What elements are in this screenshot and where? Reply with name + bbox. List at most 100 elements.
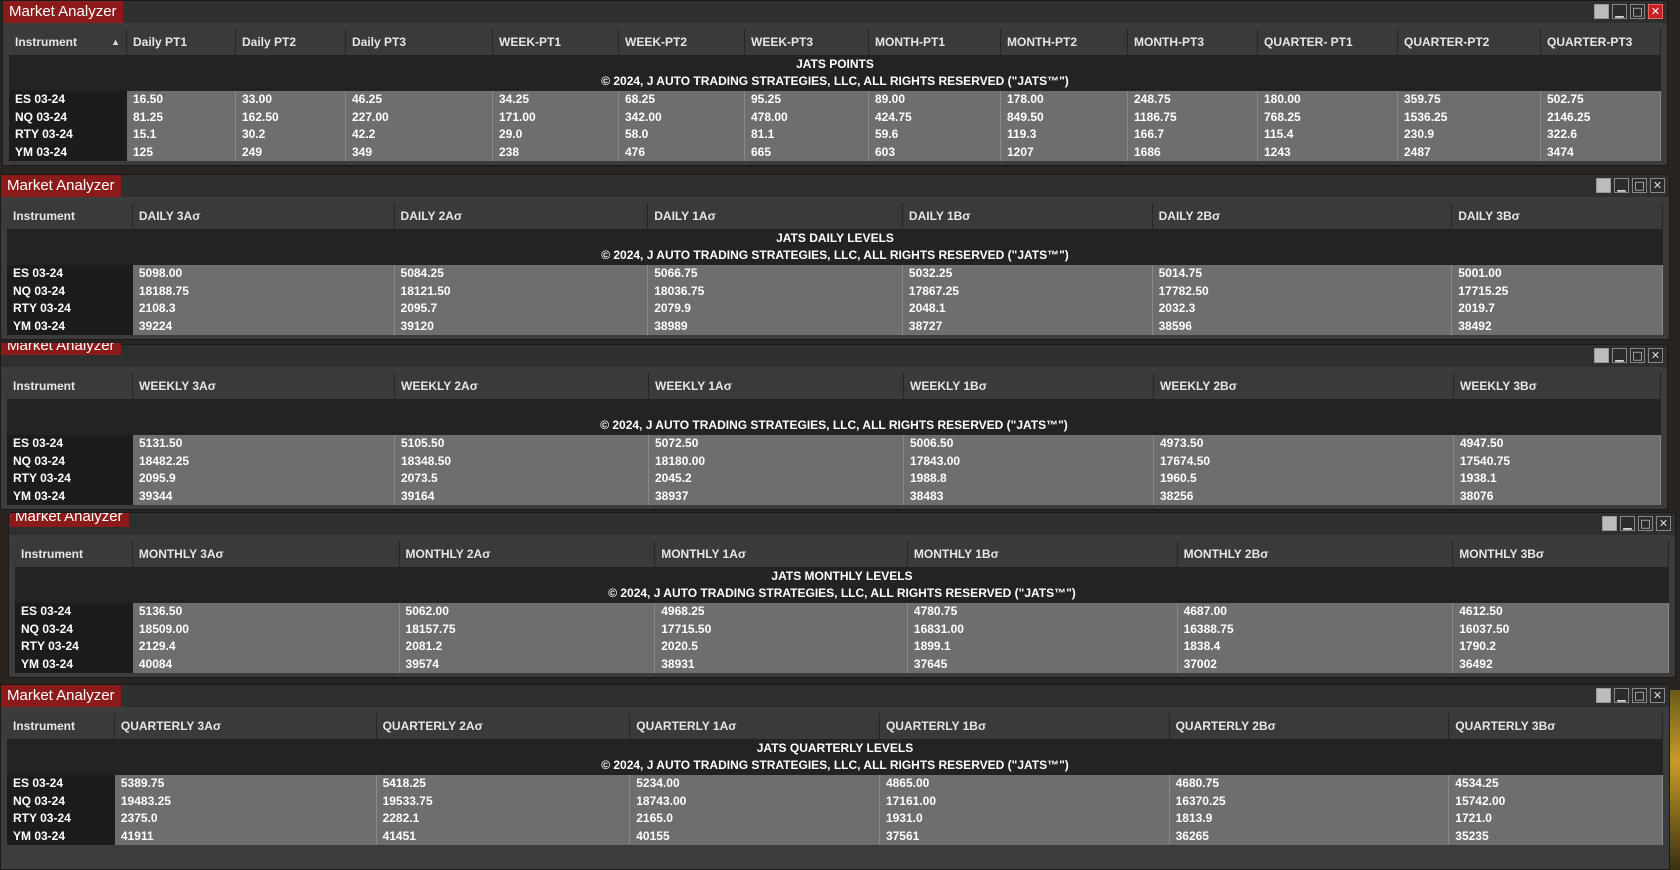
- column-header[interactable]: QUARTERLY 1Bσ: [880, 713, 1170, 739]
- column-header-instrument[interactable]: Instrument: [7, 373, 133, 399]
- restore-icon[interactable]: ❐: [1594, 348, 1609, 363]
- column-header[interactable]: WEEKLY 3Bσ: [1454, 373, 1661, 399]
- column-header[interactable]: MONTHLY 3Aσ: [133, 541, 400, 567]
- column-header[interactable]: MONTH-PT2: [1001, 29, 1128, 55]
- column-header[interactable]: QUARTERLY 2Bσ: [1170, 713, 1450, 739]
- maximize-icon[interactable]: □: [1638, 516, 1653, 531]
- column-header[interactable]: QUARTER-PT3: [1541, 29, 1661, 55]
- column-header[interactable]: Daily PT2: [236, 29, 346, 55]
- table-row[interactable]: NQ 03-24 18482.25 18348.50 18180.00 17843.00…: [7, 452, 1661, 470]
- maximize-icon[interactable]: □: [1630, 4, 1645, 19]
- column-header[interactable]: DAILY 2Bσ: [1153, 203, 1453, 229]
- restore-icon[interactable]: ❐: [1602, 516, 1617, 531]
- column-header[interactable]: QUARTERLY 3Aσ: [115, 713, 377, 739]
- data-grid: Instrument MONTHLY 3Aσ MONTHLY 2Aσ MONTHLY …: [15, 541, 1669, 673]
- instrument-cell: RTY 03-24: [9, 126, 127, 144]
- close-icon[interactable]: ✕: [1648, 348, 1663, 363]
- column-header-label: Daily PT2: [242, 35, 297, 49]
- close-icon[interactable]: ✕: [1650, 178, 1665, 193]
- column-header[interactable]: MONTHLY 2Bσ: [1178, 541, 1454, 567]
- title-bar[interactable]: Market Analyzer ❐ ▁ □ ✕: [9, 513, 1675, 535]
- maximize-icon[interactable]: □: [1630, 348, 1645, 363]
- column-header[interactable]: MONTHLY 2Aσ: [400, 541, 656, 567]
- table-row[interactable]: ES 03-24 5131.50 5105.50 5072.50 5006.50 4973…: [7, 435, 1661, 453]
- column-header[interactable]: WEEKLY 1Bσ: [904, 373, 1154, 399]
- close-icon[interactable]: ✕: [1648, 4, 1663, 19]
- column-header[interactable]: QUARTERLY 3Bσ: [1449, 713, 1663, 739]
- table-row[interactable]: RTY 03-24 2108.3 2095.7 2079.9 2048.1 2032.3 2…: [7, 300, 1663, 318]
- column-header[interactable]: WEEK-PT2: [619, 29, 745, 55]
- table-row[interactable]: ES 03-24 5136.50 5062.00 4968.25 4780.75 4687…: [15, 603, 1669, 621]
- title-bar[interactable]: Market Analyzer ❐ ▁ □ ✕: [3, 1, 1667, 23]
- column-header[interactable]: DAILY 3Aσ: [133, 203, 395, 229]
- column-header-label: QUARTERLY 3Bσ: [1455, 719, 1556, 733]
- table-row[interactable]: YM 03-24 39224 39120 38989 38727 38596 38492: [7, 317, 1663, 335]
- column-header[interactable]: MONTHLY 3Bσ: [1453, 541, 1669, 567]
- value-cell: 38256: [1154, 487, 1454, 505]
- table-row[interactable]: YM 03-24 41911 41451 40155 37561 36265 35235: [7, 827, 1664, 845]
- table-row[interactable]: YM 03-24 125 249 349 238 476 665 603 1207 1686 124…: [9, 143, 1661, 161]
- table-row[interactable]: ES 03-24 5389.75 5418.25 5234.00 4865.00 4680…: [7, 775, 1664, 793]
- column-header[interactable]: MONTHLY 1Bσ: [908, 541, 1178, 567]
- column-header[interactable]: QUARTERLY 2Aσ: [377, 713, 631, 739]
- table-row[interactable]: NQ 03-24 18188.75 18121.50 18036.75 17867.25…: [7, 282, 1663, 300]
- minimize-icon[interactable]: ▁: [1612, 348, 1627, 363]
- table-row[interactable]: RTY 03-24 15.1 30.2 42.2 29.0 58.0 81.1 59.6 119…: [9, 126, 1661, 144]
- minimize-icon[interactable]: ▁: [1612, 4, 1627, 19]
- restore-icon[interactable]: ❐: [1596, 178, 1611, 193]
- table-row[interactable]: YM 03-24 39344 39164 38937 38483 38256 38076: [7, 487, 1661, 505]
- column-header[interactable]: DAILY 3Bσ: [1452, 203, 1664, 229]
- table-row[interactable]: NQ 03-24 19483.25 19533.75 18743.00 17161.00…: [7, 792, 1664, 810]
- title-bar[interactable]: Market Analyzer ❐ ▁ □ ✕: [1, 685, 1669, 707]
- maximize-icon[interactable]: □: [1632, 688, 1647, 703]
- restore-icon[interactable]: ❐: [1594, 4, 1609, 19]
- column-header[interactable]: QUARTER- PT1: [1258, 29, 1398, 55]
- sort-ascending-icon[interactable]: ▲: [111, 29, 120, 55]
- column-header[interactable]: DAILY 2Aσ: [395, 203, 649, 229]
- close-icon[interactable]: ✕: [1650, 688, 1665, 703]
- column-header-instrument[interactable]: Instrument: [7, 713, 115, 739]
- value-cell: 1988.8: [904, 470, 1154, 488]
- table-row[interactable]: RTY 03-24 2129.4 2081.2 2020.5 1899.1 1838.4 1…: [15, 638, 1669, 656]
- minimize-icon[interactable]: ▁: [1614, 178, 1629, 193]
- column-header[interactable]: WEEKLY 3Aσ: [133, 373, 395, 399]
- table-row[interactable]: YM 03-24 40084 39574 38931 37645 37002 36492: [15, 655, 1669, 673]
- column-header-instrument[interactable]: Instrument ▲: [9, 29, 127, 55]
- column-header[interactable]: Daily PT3: [346, 29, 493, 55]
- column-header[interactable]: WEEKLY 2Bσ: [1154, 373, 1454, 399]
- table-row[interactable]: NQ 03-24 18509.00 18157.75 17715.50 16831.00…: [15, 620, 1669, 638]
- value-cell: 665: [745, 143, 869, 161]
- table-row[interactable]: NQ 03-24 81.25 162.50 227.00 171.00 342.00 478…: [9, 108, 1661, 126]
- value-cell: 38076: [1454, 487, 1661, 505]
- column-header[interactable]: MONTHLY 1Aσ: [655, 541, 908, 567]
- banner: JATS QUARTERLY LEVELS © 2024, J AUTO TRAD…: [7, 740, 1663, 775]
- close-icon[interactable]: ✕: [1656, 516, 1671, 531]
- column-header[interactable]: DAILY 1Aσ: [648, 203, 903, 229]
- table-row[interactable]: RTY 03-24 2095.9 2073.5 2045.2 1988.8 1960.5 1…: [7, 470, 1661, 488]
- maximize-icon[interactable]: □: [1632, 178, 1647, 193]
- column-header[interactable]: WEEK-PT1: [493, 29, 619, 55]
- minimize-icon[interactable]: ▁: [1614, 688, 1629, 703]
- minimize-icon[interactable]: ▁: [1620, 516, 1635, 531]
- table-row[interactable]: ES 03-24 16.50 33.00 46.25 34.25 68.25 95.25 89…: [9, 91, 1661, 109]
- column-header[interactable]: MONTH-PT1: [869, 29, 1001, 55]
- table-row[interactable]: RTY 03-24 2375.0 2282.1 2165.0 1931.0 1813.9 1…: [7, 810, 1664, 828]
- title-bar[interactable]: Market Analyzer ❐ ▁ □ ✕: [1, 343, 1667, 367]
- column-header[interactable]: WEEK-PT3: [745, 29, 869, 55]
- title-bar[interactable]: Market Analyzer ❐ ▁ □ ✕: [1, 175, 1669, 197]
- value-cell: 2487: [1398, 143, 1541, 161]
- restore-icon[interactable]: ❐: [1596, 688, 1611, 703]
- column-header[interactable]: QUARTERLY 1Aσ: [630, 713, 880, 739]
- column-header[interactable]: QUARTER-PT2: [1398, 29, 1541, 55]
- value-cell: 5234.00: [630, 775, 880, 793]
- table-row[interactable]: ES 03-24 5098.00 5084.25 5066.75 5032.25 5014…: [7, 265, 1663, 283]
- column-header[interactable]: WEEKLY 2Aσ: [395, 373, 649, 399]
- column-header[interactable]: WEEKLY 1Aσ: [649, 373, 904, 399]
- column-header-instrument[interactable]: Instrument: [15, 541, 133, 567]
- column-header[interactable]: Daily PT1: [127, 29, 236, 55]
- column-header-label: WEEK-PT1: [499, 35, 562, 49]
- column-header[interactable]: MONTH-PT3: [1128, 29, 1258, 55]
- banner: JATS MONTHLY LEVELS © 2024, J AUTO TRADIN…: [15, 568, 1669, 603]
- column-header[interactable]: DAILY 1Bσ: [903, 203, 1153, 229]
- column-header-instrument[interactable]: Instrument: [7, 203, 133, 229]
